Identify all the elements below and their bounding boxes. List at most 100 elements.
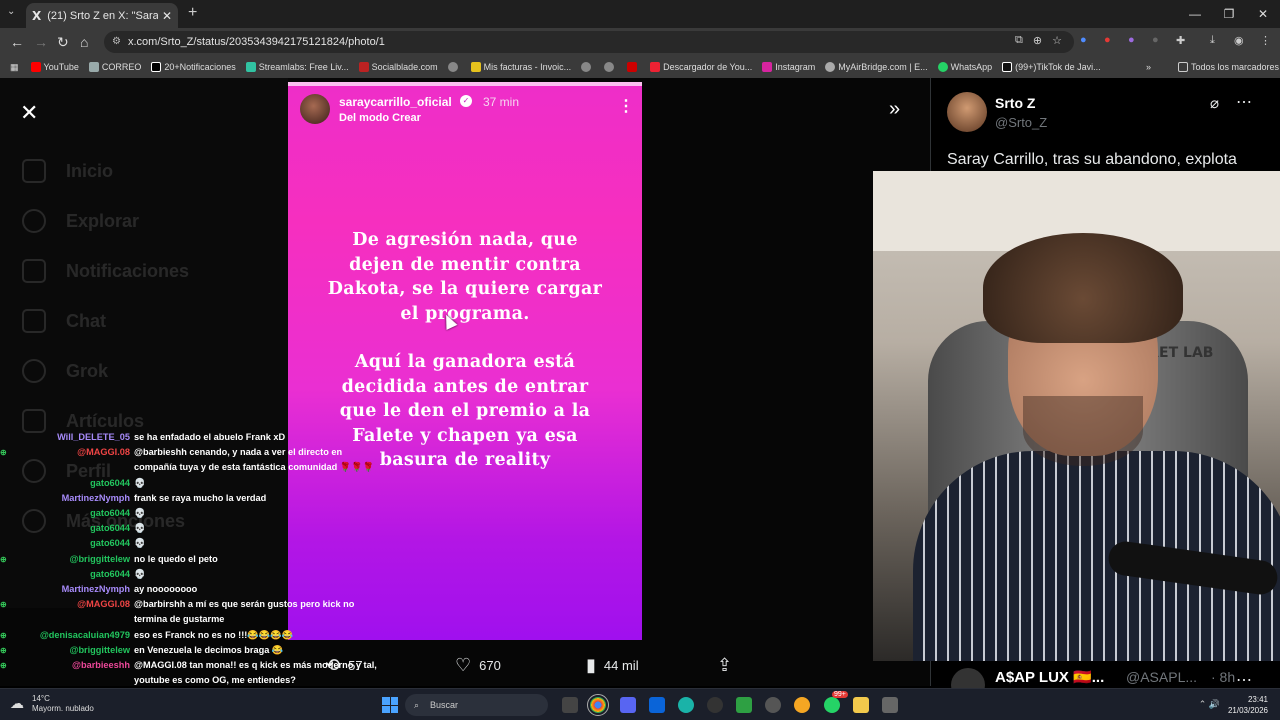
sidebar-item-explorar[interactable]: Explorar <box>22 196 189 246</box>
sidebar-item-chat[interactable]: Chat <box>22 296 189 346</box>
weather-temp: 14°C <box>32 694 50 703</box>
chat-message: gato6044 💀 <box>0 536 380 551</box>
sidebar-item-notificaciones[interactable]: Notificaciones <box>22 246 189 296</box>
bookmark-myairbridge[interactable]: MyAirBridge.com | E... <box>825 62 928 72</box>
zoom-icon[interactable]: ⊕ <box>1033 34 1042 47</box>
more-options-icon[interactable]: ⋯ <box>1236 92 1252 112</box>
close-window-button[interactable]: ✕ <box>1246 0 1280 28</box>
bookmark-globe[interactable] <box>604 62 617 72</box>
bookmark-whatsapp[interactable]: WhatsApp <box>937 62 992 72</box>
story-line: decidida antes de entrar <box>341 376 589 397</box>
chat-message: gato6044 💀 <box>0 476 380 491</box>
bookmark-youtube[interactable]: YouTube <box>30 62 79 72</box>
edge-icon[interactable] <box>678 697 694 713</box>
minimize-button[interactable]: — <box>1178 0 1212 28</box>
url-field[interactable]: ⚙ x.com/Srto_Z/status/203534394217512182… <box>104 31 1074 53</box>
profile-avatar[interactable]: ◉ <box>1234 34 1244 47</box>
browser-tab[interactable]: X (21) Srto Z en X: "Saray Carrillo,... … <box>26 3 178 28</box>
weather-widget[interactable]: ☁ 14°C Mayorm. nublado <box>10 694 94 714</box>
extension-icon[interactable]: ● <box>1104 34 1111 46</box>
new-tab-button[interactable]: + <box>188 4 197 22</box>
story-line: el programa. <box>400 303 530 324</box>
app-icon[interactable] <box>765 697 781 713</box>
extensions-puzzle-icon[interactable]: ✚ <box>1176 34 1185 47</box>
story-avatar[interactable] <box>300 94 330 124</box>
bookmarks-overflow-icon[interactable]: » <box>1146 62 1151 72</box>
verified-check-icon: ✓ <box>460 95 472 107</box>
bookmark-streamlabs[interactable]: Streamlabs: Free Liv... <box>245 62 349 72</box>
windows-start-button[interactable] <box>382 697 398 713</box>
app-icon[interactable] <box>794 697 810 713</box>
task-view-icon[interactable] <box>562 697 578 713</box>
chat-text: @barbieshh cenando, y nada a ver el dire… <box>134 447 343 458</box>
sidebar-item-inicio[interactable]: Inicio <box>22 146 189 196</box>
chat-username: @MAGGI.08 <box>77 447 130 458</box>
author-name[interactable]: Srto Z <box>995 95 1035 111</box>
grok-icon[interactable]: ⌀ <box>1210 94 1219 112</box>
extension-icon[interactable]: ● <box>1152 34 1159 46</box>
file-explorer-icon[interactable] <box>853 697 869 713</box>
chat-username: Will_DELETE_05 <box>57 432 130 442</box>
chrome-icon[interactable] <box>587 694 609 716</box>
search-icon <box>22 209 46 233</box>
apps-grid-icon[interactable]: ▦ <box>10 62 19 73</box>
system-tray-icons[interactable]: ⌃ 🔊 <box>1199 699 1220 710</box>
install-icon[interactable]: ⧉ <box>1015 34 1023 47</box>
bookmark-correo[interactable]: CORREO <box>88 62 141 72</box>
tab-search-icon[interactable]: ⌄ <box>7 6 15 17</box>
tab-close-icon[interactable]: ✕ <box>162 9 172 23</box>
streamer-hair <box>983 233 1183 343</box>
bookmark-notificaciones[interactable]: 20+Notificaciones <box>151 62 236 72</box>
views-button[interactable]: ▮ 44 mil <box>586 654 639 676</box>
reload-icon[interactable]: ↻ <box>57 28 69 56</box>
views-chart-icon: ▮ <box>586 654 596 675</box>
site-info-icon[interactable]: ⚙ <box>112 31 121 53</box>
camtasia-icon[interactable] <box>736 697 752 713</box>
bookmark-all-folder[interactable]: Todos los marcadores <box>1178 62 1279 72</box>
whatsapp-icon[interactable] <box>824 697 840 713</box>
back-arrow-icon[interactable]: ← <box>10 28 24 56</box>
bookmark-tiktok[interactable]: (99+)TikTok de Javi... <box>1002 62 1101 72</box>
close-viewer-button[interactable]: ✕ <box>20 100 38 126</box>
browser-menu-icon[interactable]: ⋮ <box>1260 34 1271 47</box>
reply-more-icon[interactable]: ⋯ <box>1236 670 1252 690</box>
bookmark-globe[interactable] <box>581 62 594 72</box>
bookmark-descargador[interactable]: Descargador de You... <box>650 62 752 72</box>
chat-username: gato6044 <box>90 477 130 488</box>
sidebar-item-grok[interactable]: Grok <box>22 346 189 396</box>
bookmark-globe[interactable] <box>447 62 461 72</box>
bookmark-instagram[interactable]: Instagram <box>762 62 815 72</box>
chat-text: eso es Franck no es no !!!😂😂😂😂 <box>134 629 294 640</box>
bookmark-star-icon[interactable]: ☆ <box>1052 34 1062 47</box>
share-button[interactable]: ⇪ <box>717 654 740 676</box>
reply-author-handle[interactable]: @ASAPL... <box>1126 669 1197 685</box>
url-text: x.com/Srto_Z/status/2035343942175121824/… <box>128 36 385 48</box>
chat-text: 💀 <box>134 538 146 549</box>
bookmark-facturas[interactable]: Mis facturas - Invoic... <box>470 62 571 72</box>
app-icon[interactable] <box>707 697 723 713</box>
chat-text: @MAGGI.08 tan mona!! es q kick es más mo… <box>134 660 377 670</box>
restore-button[interactable]: ❐ <box>1212 0 1246 28</box>
chat-message: termina de gustarme <box>0 612 380 627</box>
search-icon: ⌕ <box>414 700 420 710</box>
clock[interactable]: 23:41 21/03/2026 <box>1228 694 1268 716</box>
taskbar-search[interactable]: ⌕ Buscar <box>405 694 548 716</box>
author-avatar[interactable] <box>947 92 987 132</box>
bookmark-socialblade[interactable]: Socialblade.com <box>358 62 438 72</box>
like-button[interactable]: ♡ 670 <box>455 654 501 676</box>
story-more-icon[interactable]: ⋮ <box>618 96 634 116</box>
author-handle[interactable]: @Srto_Z <box>995 115 1047 130</box>
story-line: que le den el premio a la <box>339 401 591 421</box>
extension-icon[interactable]: ● <box>1128 34 1135 46</box>
collapse-panel-button[interactable]: » <box>889 98 900 121</box>
bookmark-red[interactable] <box>627 62 640 72</box>
forward-arrow-icon[interactable]: → <box>34 28 48 56</box>
discord-icon[interactable] <box>620 697 636 713</box>
download-icon[interactable]: ⤓ <box>1210 34 1215 47</box>
app-icon[interactable] <box>882 697 898 713</box>
reply-author-name[interactable]: A$AP LUX 🇪🇸... <box>995 668 1104 686</box>
outlook-icon[interactable] <box>649 697 665 713</box>
cloud-icon: ☁ <box>10 695 24 711</box>
home-icon[interactable]: ⌂ <box>80 28 88 56</box>
extension-icon[interactable]: ● <box>1080 34 1087 46</box>
